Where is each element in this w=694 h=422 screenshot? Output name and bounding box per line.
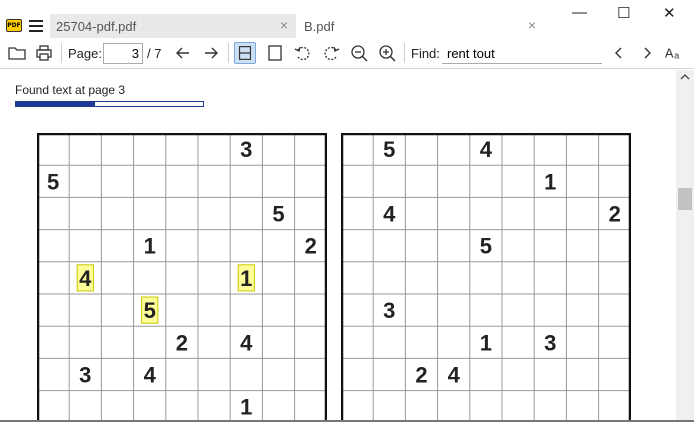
puzzle-number: 5 bbox=[47, 169, 59, 194]
puzzle-number: 5 bbox=[383, 137, 395, 162]
maximize-icon[interactable]: ☐ bbox=[617, 4, 630, 22]
chevron-right-icon[interactable] bbox=[636, 42, 658, 64]
puzzle-number: 3 bbox=[544, 330, 556, 355]
zoom-out-icon[interactable] bbox=[348, 42, 370, 64]
rotate-right-icon[interactable] bbox=[320, 42, 342, 64]
menu-icon[interactable] bbox=[29, 20, 43, 32]
puzzle-number: 5 bbox=[480, 234, 492, 259]
puzzle-grid-right: 5 414 2531 32 4 bbox=[341, 133, 631, 422]
svg-text:A: A bbox=[665, 46, 674, 61]
puzzle-number: 1 bbox=[240, 395, 252, 420]
puzzle-number: 1 bbox=[240, 266, 252, 291]
tab-bar: PDF 25704-pdf.pdf × B.pdf × — ☐ ✕ bbox=[0, 0, 694, 38]
toolbar-separator bbox=[404, 43, 405, 63]
svg-text:a: a bbox=[674, 51, 680, 61]
tab-label: 25704-pdf.pdf bbox=[56, 19, 137, 34]
puzzle-number: 3 bbox=[79, 363, 91, 388]
puzzle-number: 4 bbox=[448, 363, 461, 388]
search-progress-bar bbox=[15, 101, 204, 107]
page-label: Page: bbox=[68, 46, 102, 61]
puzzle-number: 2 bbox=[305, 234, 317, 259]
pdf-viewer-window: PDF 25704-pdf.pdf × B.pdf × — ☐ ✕ Page: … bbox=[0, 0, 694, 422]
match-case-icon[interactable]: A a bbox=[664, 42, 686, 64]
tab-close-icon[interactable]: × bbox=[280, 17, 288, 33]
puzzle-grid-left: 3551 24 152 43 41 bbox=[37, 133, 327, 422]
scroll-thumb[interactable] bbox=[678, 188, 692, 210]
puzzle-number: 5 bbox=[272, 202, 284, 227]
rotate-left-icon[interactable] bbox=[292, 42, 314, 64]
scroll-up-icon[interactable] bbox=[680, 72, 690, 82]
puzzle-number: 4 bbox=[383, 202, 396, 227]
find-label: Find: bbox=[411, 46, 440, 61]
zoom-in-icon[interactable] bbox=[376, 42, 398, 64]
find-input[interactable] bbox=[442, 43, 602, 64]
toolbar-separator bbox=[228, 43, 229, 63]
close-icon[interactable]: ✕ bbox=[663, 4, 676, 22]
puzzle-number: 2 bbox=[176, 330, 188, 355]
puzzle-number: 4 bbox=[240, 330, 253, 355]
printer-icon[interactable] bbox=[33, 42, 55, 64]
single-page-icon[interactable] bbox=[264, 42, 286, 64]
puzzle-number: 1 bbox=[144, 234, 156, 259]
chevron-left-icon[interactable] bbox=[608, 42, 630, 64]
puzzle-number: 5 bbox=[144, 298, 156, 323]
folder-icon[interactable] bbox=[6, 42, 28, 64]
search-progress-fill bbox=[16, 102, 95, 106]
puzzle-number: 4 bbox=[144, 363, 157, 388]
tab-close-icon[interactable]: × bbox=[528, 17, 536, 33]
continuous-page-icon[interactable] bbox=[234, 42, 256, 64]
puzzle-number: 4 bbox=[480, 137, 493, 162]
tab-label: B.pdf bbox=[304, 19, 335, 34]
vertical-scrollbar[interactable] bbox=[676, 70, 694, 422]
tab-25704-pdf[interactable]: 25704-pdf.pdf × bbox=[50, 14, 296, 38]
search-status-text: Found text at page 3 bbox=[15, 83, 126, 97]
arrow-right-icon[interactable] bbox=[200, 42, 222, 64]
puzzle-number: 2 bbox=[609, 202, 621, 227]
minimize-icon[interactable]: — bbox=[572, 4, 587, 21]
puzzle-number: 1 bbox=[544, 169, 556, 194]
puzzle-number: 2 bbox=[415, 363, 427, 388]
puzzle-number: 3 bbox=[240, 137, 252, 162]
arrow-left-icon[interactable] bbox=[172, 42, 194, 64]
puzzle-number: 4 bbox=[79, 266, 92, 291]
toolbar-separator bbox=[61, 43, 62, 63]
puzzle-number: 1 bbox=[480, 330, 492, 355]
page-total: / 7 bbox=[147, 46, 162, 61]
app-logo-icon: PDF bbox=[6, 19, 22, 32]
toolbar: Page: / 7 bbox=[0, 38, 694, 69]
page-number-input[interactable] bbox=[103, 43, 143, 64]
tab-b-pdf[interactable]: B.pdf × bbox=[298, 14, 550, 38]
puzzle-number: 3 bbox=[383, 298, 395, 323]
